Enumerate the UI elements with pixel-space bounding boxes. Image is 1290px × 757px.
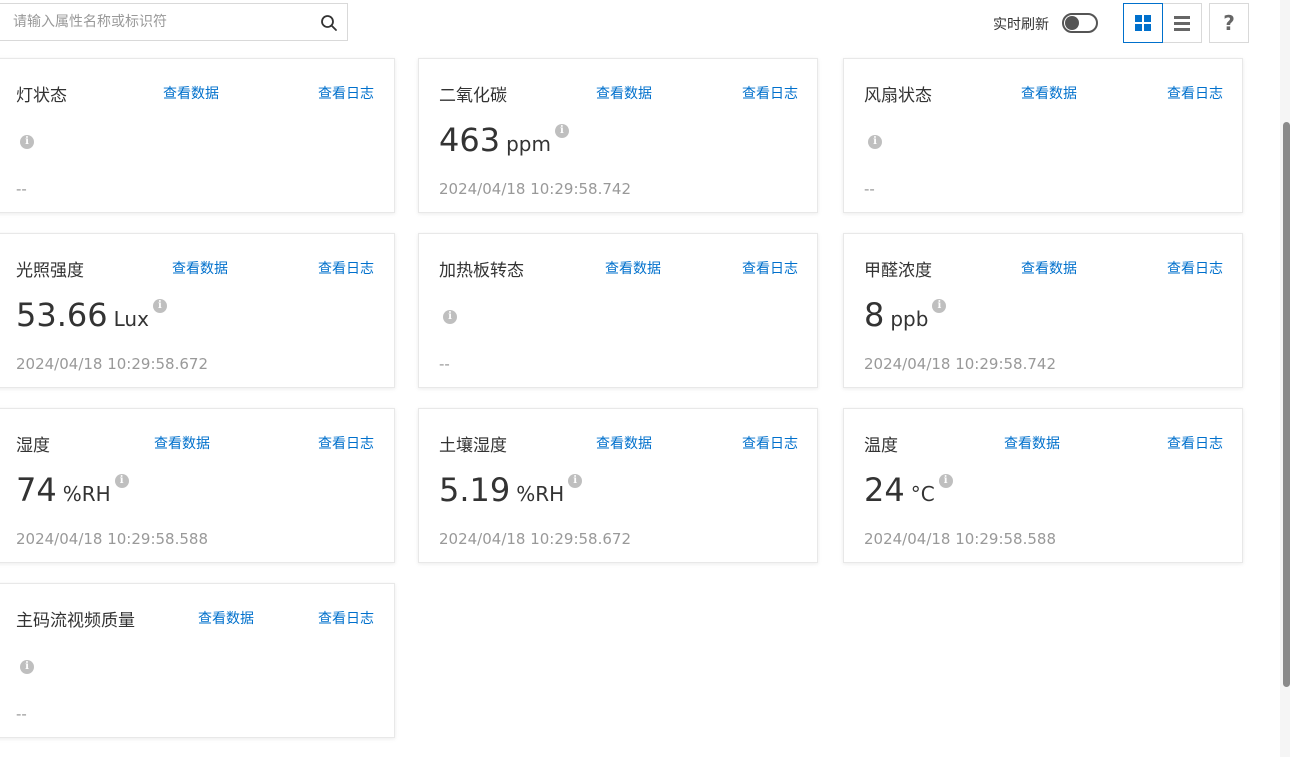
card-unit: %RH [516, 482, 565, 506]
info-icon[interactable]: i [20, 135, 34, 149]
card-timestamp: -- [864, 180, 875, 198]
view-log-link[interactable]: 查看日志 [318, 608, 374, 628]
property-card: 土壤湿度 查看数据 查看日志 5.19 %RHi 2024/04/18 10:29… [418, 408, 818, 563]
info-icon[interactable]: i [443, 310, 457, 324]
card-unit: ppb [890, 307, 929, 331]
realtime-refresh-toggle[interactable] [1062, 13, 1098, 33]
card-timestamp: 2024/04/18 10:29:58.672 [439, 530, 631, 548]
property-card: 温度 查看数据 查看日志 24 °Ci 2024/04/18 10:29:58.5… [843, 408, 1243, 563]
grid-icon [1135, 15, 1151, 31]
property-card: 光照强度 查看数据 查看日志 53.66 Luxi 2024/04/18 10:2… [0, 233, 395, 388]
card-timestamp: 2024/04/18 10:29:58.742 [439, 180, 631, 198]
card-timestamp: 2024/04/18 10:29:58.588 [16, 530, 208, 548]
view-log-link[interactable]: 查看日志 [1167, 258, 1223, 278]
card-timestamp: 2024/04/18 10:29:58.742 [864, 355, 1056, 373]
info-icon[interactable]: i [114, 474, 129, 488]
card-value: 74 [16, 471, 57, 509]
view-data-link[interactable]: 查看数据 [1021, 83, 1077, 103]
card-value: 463 [439, 121, 501, 159]
info-icon[interactable]: i [938, 474, 953, 488]
search-box [0, 3, 348, 41]
property-card: 主码流视频质量 查看数据 查看日志 i -- [0, 583, 395, 738]
property-card: 加热板转态 查看数据 查看日志 i -- [418, 233, 818, 388]
card-title: 甲醛浓度 [864, 261, 932, 281]
list-view-button[interactable] [1162, 3, 1202, 43]
value-row: 8 ppbi [864, 295, 947, 335]
card-timestamp: 2024/04/18 10:29:58.588 [864, 530, 1056, 548]
view-data-link[interactable]: 查看数据 [596, 433, 652, 453]
toggle-knob [1065, 16, 1079, 30]
card-title: 光照强度 [16, 261, 84, 281]
card-title: 土壤湿度 [439, 436, 507, 456]
card-title: 风扇状态 [864, 86, 932, 106]
card-unit: ppm [506, 132, 551, 156]
card-title: 二氧化碳 [439, 86, 507, 106]
list-icon [1174, 16, 1190, 31]
property-card: 风扇状态 查看数据 查看日志 i -- [843, 58, 1243, 213]
info-icon[interactable]: i [868, 135, 882, 149]
info-icon[interactable]: i [932, 299, 947, 313]
view-data-link[interactable]: 查看数据 [596, 83, 652, 103]
card-timestamp: 2024/04/18 10:29:58.672 [16, 355, 208, 373]
info-icon[interactable]: i [554, 124, 569, 138]
view-data-link[interactable]: 查看数据 [1004, 433, 1060, 453]
info-icon[interactable]: i [568, 474, 583, 488]
scrollbar-thumb[interactable] [1283, 122, 1290, 687]
help-button[interactable]: ? [1209, 3, 1249, 43]
card-title: 灯状态 [16, 86, 67, 106]
view-data-link[interactable]: 查看数据 [154, 433, 210, 453]
value-row: 74 %RHi [16, 470, 129, 510]
property-card: 灯状态 查看数据 查看日志 i -- [0, 58, 395, 213]
value-row: 24 °Ci [864, 470, 953, 510]
view-log-link[interactable]: 查看日志 [1167, 433, 1223, 453]
view-log-link[interactable]: 查看日志 [318, 433, 374, 453]
card-timestamp: -- [16, 705, 27, 723]
card-timestamp: -- [439, 355, 450, 373]
property-grid-page: 实时刷新 ? 灯状态 查看数据 查看日志 i -- 二氧化碳 查看数据 查看日志 [0, 0, 1290, 757]
view-data-link[interactable]: 查看数据 [172, 258, 228, 278]
card-unit: °C [910, 482, 935, 506]
card-value: 24 [864, 471, 905, 509]
realtime-refresh-label: 实时刷新 [993, 17, 1049, 33]
view-log-link[interactable]: 查看日志 [318, 83, 374, 103]
card-title: 湿度 [16, 436, 50, 456]
view-log-link[interactable]: 查看日志 [742, 258, 798, 278]
value-row: 463 ppmi [439, 120, 569, 160]
view-data-link[interactable]: 查看数据 [198, 608, 254, 628]
card-value: 5.19 [439, 471, 511, 509]
value-row: 53.66 Luxi [16, 295, 167, 335]
value-row: 5.19 %RHi [439, 470, 583, 510]
view-log-link[interactable]: 查看日志 [1167, 83, 1223, 103]
card-unit: %RH [62, 482, 111, 506]
card-title: 加热板转态 [439, 261, 524, 281]
view-log-link[interactable]: 查看日志 [742, 433, 798, 453]
grid-view-button[interactable] [1123, 3, 1163, 43]
view-data-link[interactable]: 查看数据 [605, 258, 661, 278]
info-icon[interactable]: i [152, 299, 167, 313]
card-value: 53.66 [16, 296, 108, 334]
info-icon[interactable]: i [20, 660, 34, 674]
help-icon: ? [1223, 11, 1235, 35]
card-title: 温度 [864, 436, 898, 456]
view-log-link[interactable]: 查看日志 [318, 258, 374, 278]
card-timestamp: -- [16, 180, 27, 198]
view-log-link[interactable]: 查看日志 [742, 83, 798, 103]
property-card: 甲醛浓度 查看数据 查看日志 8 ppbi 2024/04/18 10:29:58… [843, 233, 1243, 388]
view-data-link[interactable]: 查看数据 [1021, 258, 1077, 278]
view-data-link[interactable]: 查看数据 [163, 83, 219, 103]
card-value: 8 [864, 296, 885, 334]
search-input[interactable] [13, 4, 303, 40]
search-icon[interactable] [320, 14, 338, 32]
card-unit: Lux [113, 307, 149, 331]
property-card: 二氧化碳 查看数据 查看日志 463 ppmi 2024/04/18 10:29:… [418, 58, 818, 213]
property-card: 湿度 查看数据 查看日志 74 %RHi 2024/04/18 10:29:58.… [0, 408, 395, 563]
card-title: 主码流视频质量 [16, 611, 135, 631]
